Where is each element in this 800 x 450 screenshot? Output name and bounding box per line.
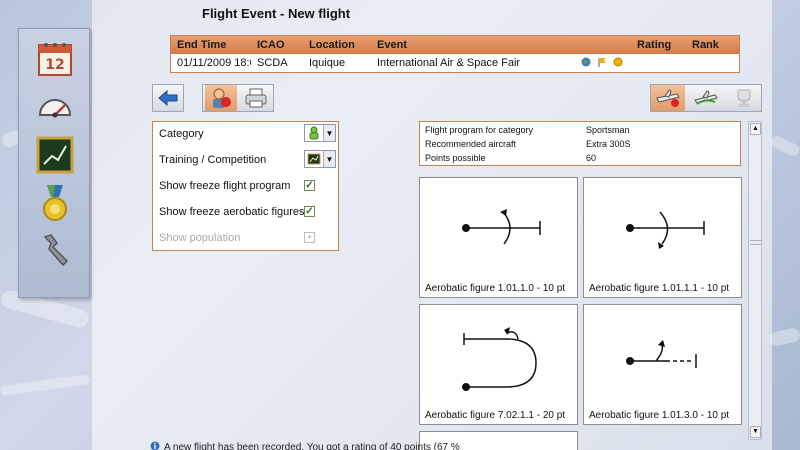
freeze-aerobatic-label: Show freeze aerobatic figures: [159, 206, 305, 218]
pilot-icon[interactable]: [205, 85, 237, 111]
medal-icon[interactable]: [33, 181, 77, 225]
cell-event: International Air & Space Fair: [377, 57, 521, 69]
freeze-flight-label: Show freeze flight program: [159, 180, 291, 192]
table-header: End Time ICAO Location Event Rating Rank: [171, 36, 739, 54]
cell-end-time: 01/11/2009 18:00: [177, 57, 251, 69]
column-header-rank[interactable]: Rank: [686, 36, 739, 54]
flight-chart-icon[interactable]: [33, 133, 77, 177]
status-bar: A new flight has been recorded. You got …: [150, 441, 460, 450]
back-button[interactable]: [152, 84, 184, 112]
aerobatic-mode-icon[interactable]: [651, 85, 685, 111]
wrench-icon[interactable]: [33, 229, 77, 273]
freeze-aerobatic-checkbox[interactable]: ✓: [304, 206, 315, 217]
chevron-down-icon: ▼: [323, 151, 335, 167]
freeze-flight-checkbox[interactable]: ✓: [304, 180, 315, 191]
main-panel: Flight Event - New flight End Time ICAO …: [92, 0, 772, 450]
info-row: Recommended aircraft Extra 300S: [425, 139, 735, 149]
training-dropdown[interactable]: ▼: [304, 150, 336, 168]
info-label: Recommended aircraft: [425, 139, 517, 149]
printer-icon[interactable]: [241, 85, 271, 111]
category-pilot-icon: [305, 125, 323, 141]
chevron-down-icon: ▼: [323, 125, 335, 141]
info-label: Flight program for category: [425, 125, 534, 135]
figure-diagram: [626, 211, 705, 249]
figure-label: Aerobatic figure 7.02.1.1 - 20 pt: [425, 410, 566, 421]
aerobatic-figure-card[interactable]: Aerobatic figure 1.01.1.1 - 10 pt: [583, 177, 742, 298]
aerobatic-figure-card[interactable]: Aerobatic figure 1.01.1.0 - 10 pt: [419, 177, 578, 298]
info-row: Flight program for category Sportsman: [425, 125, 735, 135]
info-value: Sportsman: [586, 125, 630, 135]
info-icon: [150, 441, 160, 450]
training-board-icon: [305, 151, 323, 167]
svg-text:12: 12: [45, 57, 64, 73]
cell-event-icons: [571, 57, 631, 70]
status-message: A new flight has been recorded. You got …: [164, 441, 460, 450]
aerobatic-figure-card[interactable]: Aerobatic figure 7.02.1.1 - 20 pt: [419, 304, 578, 425]
event-table: End Time ICAO Location Event Rating Rank…: [170, 35, 740, 73]
category-dropdown[interactable]: ▼: [304, 124, 336, 142]
info-value: Extra 300S: [586, 139, 631, 149]
trophy-icon[interactable]: [727, 85, 761, 111]
figure-diagram: [462, 209, 541, 245]
column-header-end-time[interactable]: End Time: [171, 36, 251, 54]
population-label: Show population: [159, 232, 241, 244]
scroll-down-button[interactable]: ▼: [750, 426, 761, 438]
page-title: Flight Event - New flight: [202, 6, 351, 21]
table-row[interactable]: 01/11/2009 18:00 SCDA Iquique Internatio…: [171, 54, 739, 72]
training-label: Training / Competition: [159, 154, 267, 166]
scroll-thumb-grip[interactable]: [750, 240, 761, 245]
category-label: Category: [159, 128, 204, 140]
cell-icao: SCDA: [257, 57, 288, 69]
calendar-icon[interactable]: 12: [33, 37, 77, 81]
globe-icon[interactable]: [581, 57, 591, 70]
figure-diagram: [462, 327, 537, 391]
info-value: 60: [586, 153, 597, 163]
mode-toggle-group: [650, 84, 762, 112]
options-panel: Category ▼ Training / Competition ▼ Show…: [152, 121, 339, 251]
column-header-rating[interactable]: Rating: [631, 36, 686, 54]
flag-icon[interactable]: [597, 57, 607, 70]
airplane-mode-icon[interactable]: [689, 85, 723, 111]
figure-label: Aerobatic figure 1.01.1.1 - 10 pt: [589, 283, 730, 294]
medal-small-icon[interactable]: [613, 57, 623, 70]
background-trail: [0, 373, 91, 397]
aerobatic-figure-card[interactable]: Aerobatic figure 1.01.3.0 - 10 pt: [583, 304, 742, 425]
scroll-up-button[interactable]: ▲: [750, 123, 761, 135]
background-trail: [768, 134, 800, 158]
view-toggle-group: [202, 84, 274, 112]
figure-label: Aerobatic figure 1.01.3.0 - 10 pt: [589, 410, 730, 421]
background-trail: [768, 327, 800, 347]
cell-location: Iquique: [309, 57, 346, 69]
gauge-icon[interactable]: [33, 85, 77, 129]
figure-diagram: [626, 340, 697, 368]
arrow-left-icon: [158, 89, 178, 107]
column-header-location[interactable]: Location: [303, 36, 371, 54]
sidebar: 12: [18, 28, 90, 298]
figures-scrollbar[interactable]: ▲ ▼: [748, 121, 762, 440]
column-header-icao[interactable]: ICAO: [251, 36, 303, 54]
figure-label: Aerobatic figure 1.01.1.0 - 10 pt: [425, 283, 566, 294]
population-checkbox[interactable]: ▪: [304, 232, 315, 243]
info-row: Points possible 60: [425, 153, 735, 163]
info-label: Points possible: [425, 153, 486, 163]
column-header-event[interactable]: Event: [371, 36, 631, 54]
flight-program-info: Flight program for category Sportsman Re…: [419, 121, 741, 166]
